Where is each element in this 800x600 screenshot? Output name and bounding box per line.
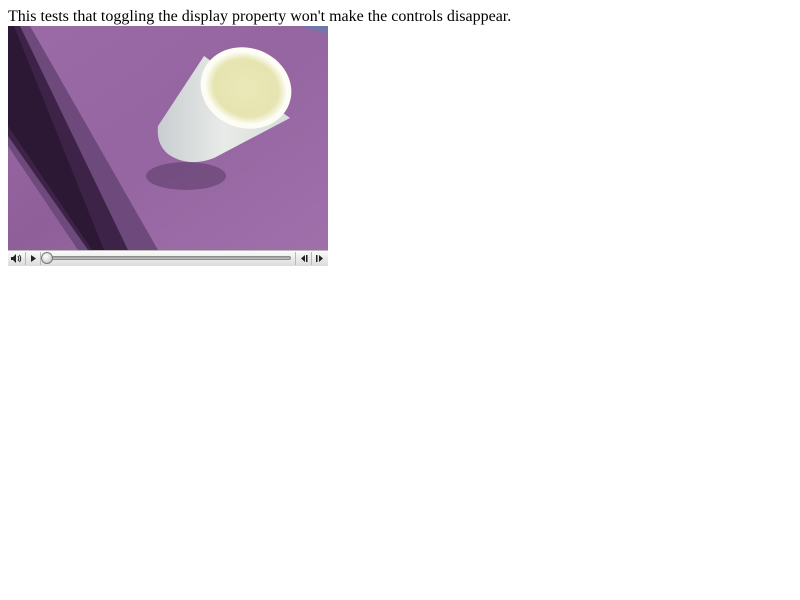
seek-forward-button[interactable]: [312, 251, 327, 266]
video-frame[interactable]: [8, 26, 328, 250]
play-button[interactable]: [26, 251, 40, 266]
video-controls: [8, 250, 328, 266]
video-player[interactable]: [8, 26, 328, 266]
test-description: This tests that toggling the display pro…: [8, 8, 512, 25]
play-icon: [31, 255, 36, 262]
rewind-icon: [301, 255, 308, 262]
seek-back-button[interactable]: [296, 251, 311, 266]
speaker-icon: [11, 254, 22, 263]
fast-forward-icon: [316, 255, 323, 262]
video-frame-image: [8, 26, 328, 250]
mute-button[interactable]: [9, 251, 24, 266]
timeline-thumb[interactable]: [41, 252, 53, 264]
timeline-track[interactable]: [46, 256, 291, 260]
